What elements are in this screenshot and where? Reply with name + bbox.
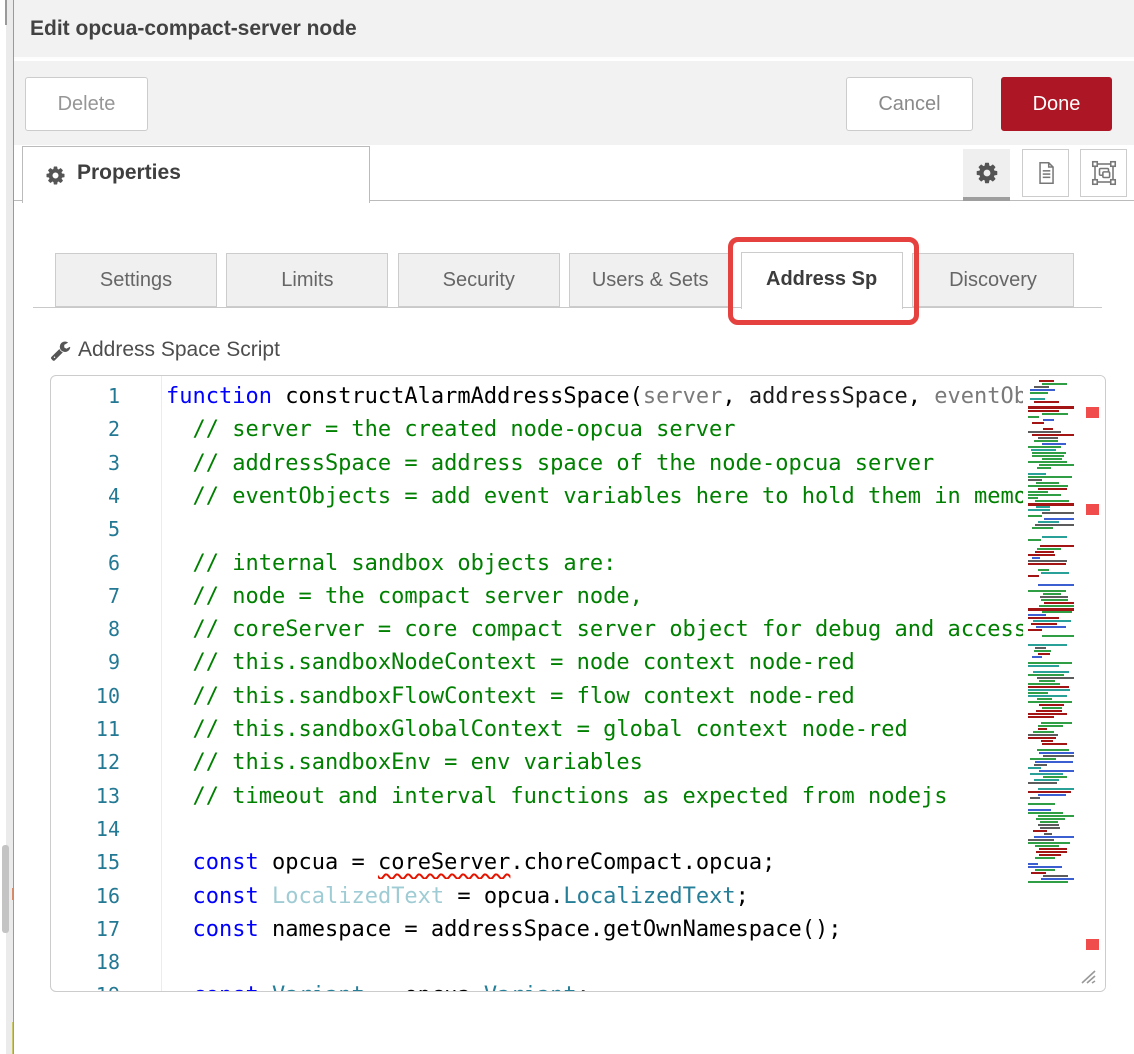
error-marker — [1086, 504, 1099, 515]
line-number: 5 — [51, 513, 161, 546]
code-line: // addressSpace = address space of the n… — [166, 447, 1023, 480]
line-number: 3 — [51, 447, 161, 480]
dialog-title: Edit opcua-compact-server node — [30, 17, 357, 41]
section-label-text: Address Space Script — [78, 338, 280, 362]
line-number: 1 — [51, 380, 161, 413]
code-line: // this.sandboxGlobalContext = global co… — [166, 713, 1023, 746]
code-line: // server = the created node-opcua serve… — [166, 413, 1023, 446]
page-scrollbar-thumb[interactable] — [2, 845, 9, 933]
node-tabs-bottom-border — [33, 307, 1102, 308]
line-number: 7 — [51, 580, 161, 613]
error-marker — [1086, 939, 1099, 950]
code-line: // eventObjects = add event variables he… — [166, 480, 1023, 513]
gear-icon — [975, 161, 999, 185]
overview-ruler[interactable] — [1078, 376, 1106, 992]
code-line: // timeout and interval functions as exp… — [166, 780, 1023, 813]
code-line — [166, 946, 1023, 979]
tab-discovery[interactable]: Discovery — [912, 253, 1074, 307]
line-number: 19 — [51, 979, 161, 992]
code-line: const LocalizedText = opcua.LocalizedTex… — [166, 880, 1023, 913]
code-line: // node = the compact server node, — [166, 580, 1023, 613]
delete-button[interactable]: Delete — [25, 77, 148, 131]
code-line: function constructAlarmAddressSpace(serv… — [166, 380, 1023, 413]
code-line: const Variant = opcua.Variant; — [166, 979, 1023, 992]
line-number: 15 — [51, 846, 161, 879]
line-number: 17 — [51, 913, 161, 946]
page-left-edge — [0, 0, 14, 1054]
description-button[interactable] — [1022, 149, 1069, 197]
gear-icon — [45, 165, 66, 186]
code-line — [166, 813, 1023, 846]
code-line — [166, 513, 1023, 546]
line-number: 2 — [51, 413, 161, 446]
tray-header: Edit opcua-compact-server node — [14, 0, 1134, 59]
tab-users-sets[interactable]: Users & Sets — [569, 253, 731, 307]
code-line: // internal sandbox objects are: — [166, 547, 1023, 580]
line-number: 9 — [51, 646, 161, 679]
appearance-button[interactable] — [1080, 149, 1127, 197]
code-line: // this.sandboxEnv = env variables — [166, 746, 1023, 779]
tab-limits[interactable]: Limits — [226, 253, 388, 307]
wrench-icon — [50, 340, 71, 361]
tray-toolbar: Delete Cancel Done — [14, 61, 1134, 145]
code-line: const namespace = addressSpace.getOwnNam… — [166, 913, 1023, 946]
code-editor[interactable]: 12345678910111213141516171819 function c… — [50, 375, 1106, 992]
code-line: // this.sandboxNodeContext = node contex… — [166, 646, 1023, 679]
properties-gear-active-underline — [963, 197, 1010, 201]
gutter-separator — [161, 376, 162, 992]
description-icon — [1033, 160, 1059, 186]
error-marker — [1086, 407, 1099, 418]
resize-grip-icon[interactable] — [1080, 970, 1096, 984]
minimap[interactable] — [1026, 376, 1078, 992]
appearance-icon — [1090, 160, 1117, 187]
done-button[interactable]: Done — [1001, 77, 1112, 131]
tab-address-space[interactable]: Address Sp — [741, 252, 903, 309]
line-number: 12 — [51, 746, 161, 779]
code-line: // this.sandboxFlowContext = flow contex… — [166, 680, 1023, 713]
line-number: 11 — [51, 713, 161, 746]
line-number: 16 — [51, 880, 161, 913]
line-number: 8 — [51, 613, 161, 646]
line-number: 18 — [51, 946, 161, 979]
line-number: 13 — [51, 780, 161, 813]
code-line: // coreServer = core compact server obje… — [166, 613, 1023, 646]
properties-gear-button[interactable] — [963, 149, 1010, 197]
code-line: const opcua = coreServer.choreCompact.op… — [166, 846, 1023, 879]
line-number: 14 — [51, 813, 161, 846]
tab-settings[interactable]: Settings — [55, 253, 217, 307]
edit-node-dialog: Edit opcua-compact-server node Delete Ca… — [0, 0, 1134, 1054]
tab-security[interactable]: Security — [398, 253, 560, 307]
tab-properties[interactable]: Properties — [22, 146, 370, 203]
tab-properties-label: Properties — [77, 161, 181, 185]
line-number: 10 — [51, 680, 161, 713]
line-number: 6 — [51, 547, 161, 580]
cancel-button[interactable]: Cancel — [846, 77, 973, 131]
tray-panel: Edit opcua-compact-server node Delete Ca… — [14, 0, 1134, 1054]
page-scrollbar-top-mark — [5, 0, 7, 25]
line-number: 4 — [51, 480, 161, 513]
